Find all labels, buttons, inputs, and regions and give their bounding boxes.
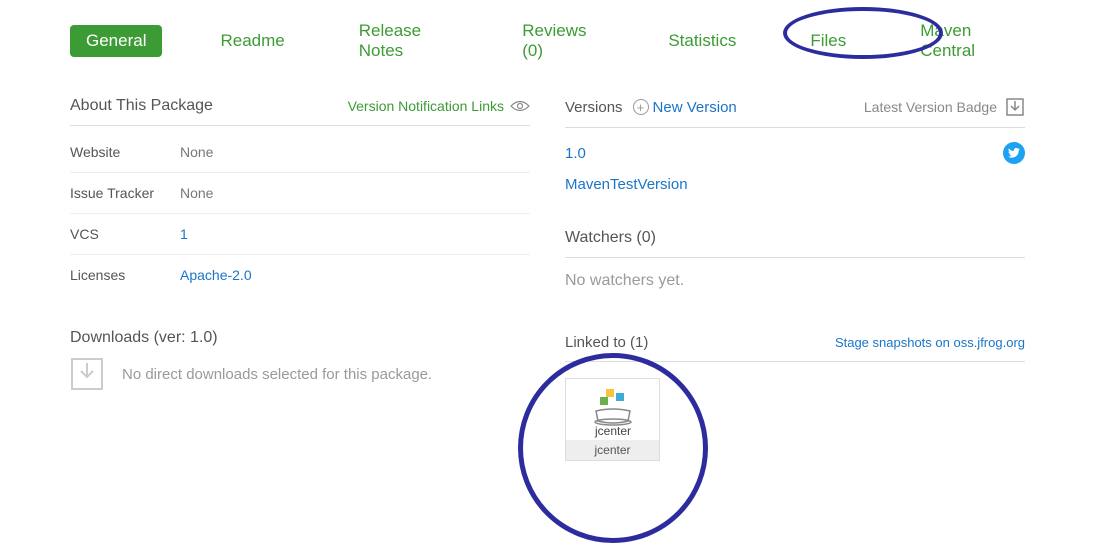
issue-value: None [180,185,213,201]
linked-header: Linked to (1) Stage snapshots on oss.jfr… [565,304,1025,362]
issue-label: Issue Tracker [70,185,180,201]
about-header: About This Package Version Notification … [70,97,530,126]
latest-version-badge-link[interactable]: Latest Version Badge [864,97,1025,117]
licenses-label: Licenses [70,267,180,283]
new-version-label: New Version [653,99,737,116]
about-title: About This Package [70,97,213,115]
downloads-empty-row: No direct downloads selected for this pa… [70,357,530,391]
tab-reviews[interactable]: Reviews (0) [506,15,610,67]
tab-readme[interactable]: Readme [204,25,300,57]
row-licenses: Licenses Apache-2.0 [70,255,530,295]
version-row-2: MavenTestVersion [565,170,1025,199]
jcenter-label: jcenter [566,440,659,460]
tab-release-notes[interactable]: Release Notes [343,15,465,67]
notif-link-label: Version Notification Links [348,98,504,114]
website-value: None [180,144,213,160]
version-link-1[interactable]: 1.0 [565,145,586,162]
licenses-value[interactable]: Apache-2.0 [180,267,252,283]
vcs-label: VCS [70,226,180,242]
version-row-1: 1.0 [565,128,1025,170]
download-icon [70,357,104,391]
plus-icon: + [633,99,649,115]
badge-link-label: Latest Version Badge [864,99,997,115]
download-badge-icon [1005,97,1025,117]
jcenter-logo: jcenter [566,385,659,440]
stage-snapshots-link[interactable]: Stage snapshots on oss.jfrog.org [835,335,1025,350]
downloads-heading: Downloads (ver: 1.0) [70,329,530,347]
versions-header: Versions + New Version Latest Version Ba… [565,97,1025,128]
versions-title: Versions [565,99,623,116]
watchers-empty-text: No watchers yet. [565,258,1025,304]
tabs-bar: General Readme Release Notes Reviews (0)… [70,15,1025,67]
eye-icon [510,100,530,112]
svg-text:jcenter: jcenter [593,424,630,438]
watchers-heading: Watchers (0) [565,199,1025,258]
tab-general[interactable]: General [70,25,162,57]
new-version-link[interactable]: + New Version [633,99,737,116]
row-website: Website None [70,132,530,173]
row-issue-tracker: Issue Tracker None [70,173,530,214]
row-vcs: VCS 1 [70,214,530,255]
version-link-2[interactable]: MavenTestVersion [565,176,688,193]
tab-files[interactable]: Files [794,25,862,57]
vcs-value[interactable]: 1 [180,226,188,242]
right-column: Versions + New Version Latest Version Ba… [565,97,1025,461]
twitter-icon[interactable] [1003,142,1025,164]
tab-statistics[interactable]: Statistics [652,25,752,57]
downloads-empty-text: No direct downloads selected for this pa… [122,366,432,383]
left-column: About This Package Version Notification … [70,97,530,461]
version-notification-links[interactable]: Version Notification Links [348,98,530,114]
linked-title: Linked to (1) [565,334,648,351]
tab-maven-central[interactable]: Maven Central [904,15,1025,67]
jcenter-card[interactable]: jcenter jcenter [565,378,660,461]
website-label: Website [70,144,180,160]
